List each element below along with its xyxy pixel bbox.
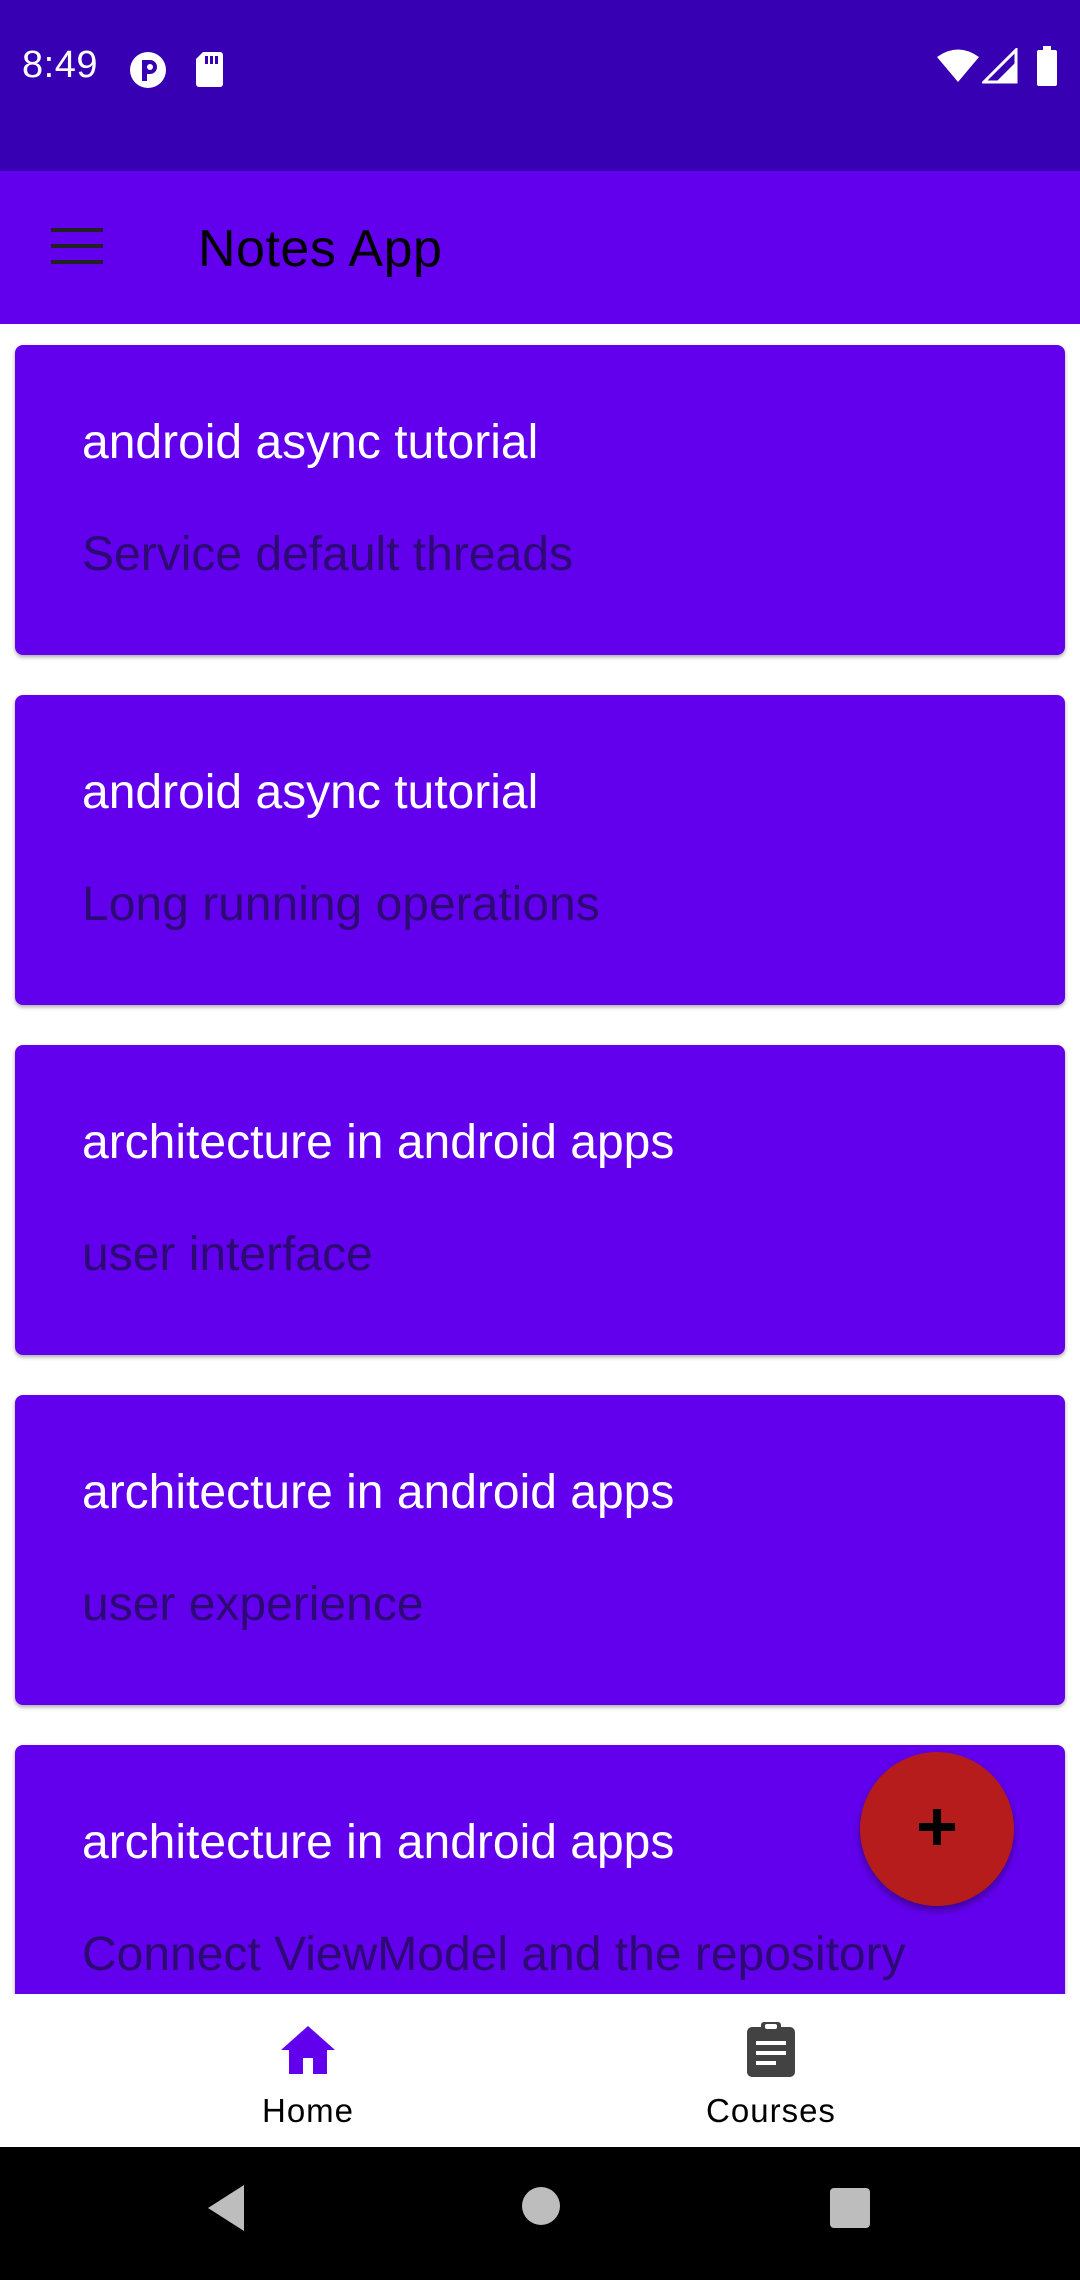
nav-label-home: Home	[261, 2092, 355, 2129]
note-subtitle: user experience	[82, 1578, 424, 1631]
recents-icon[interactable]	[829, 2187, 871, 2234]
clipboard-icon	[745, 2020, 797, 2080]
note-card[interactable]: architecture in android apps user experi…	[15, 1395, 1065, 1705]
note-title: android async tutorial	[82, 416, 539, 469]
system-navigation-bar	[0, 2147, 1080, 2280]
add-note-fab[interactable]	[860, 1752, 1014, 1906]
cell-signal-icon	[980, 46, 1018, 89]
nav-label-courses: Courses	[706, 2092, 836, 2129]
note-card[interactable]: architecture in android apps user interf…	[15, 1045, 1065, 1355]
status-bar: 8:49	[0, 0, 1080, 171]
battery-icon	[1036, 46, 1058, 91]
note-title: architecture in android apps	[82, 1116, 675, 1169]
note-subtitle: Long running operations	[82, 878, 600, 931]
app-bar: Notes App	[0, 171, 1080, 324]
wifi-icon	[936, 48, 980, 89]
back-icon[interactable]	[204, 2183, 248, 2238]
hamburger-menu-icon	[51, 227, 103, 269]
sd-card-icon	[194, 50, 224, 93]
status-time: 8:49	[22, 44, 98, 86]
menu-button[interactable]	[28, 199, 126, 297]
home-icon	[279, 2020, 337, 2080]
bottom-navigation: Home Courses	[0, 1994, 1080, 2147]
p-badge-icon	[128, 50, 168, 95]
notes-list[interactable]: android async tutorial Service default t…	[0, 324, 1080, 1994]
note-title: architecture in android apps	[82, 1466, 675, 1519]
plus-icon	[917, 1807, 957, 1852]
note-card[interactable]: android async tutorial Long running oper…	[15, 695, 1065, 1005]
note-title: android async tutorial	[82, 766, 539, 819]
home-circle-icon[interactable]	[520, 2185, 562, 2232]
note-subtitle: user interface	[82, 1228, 373, 1281]
note-subtitle: Service default threads	[82, 528, 573, 581]
note-card[interactable]: android async tutorial Service default t…	[15, 345, 1065, 655]
nav-item-courses[interactable]: Courses	[501, 1994, 1041, 2147]
app-title: Notes App	[198, 220, 443, 278]
note-title: architecture in android apps	[82, 1816, 675, 1869]
nav-item-home[interactable]: Home	[38, 1994, 578, 2147]
note-subtitle: Connect ViewModel and the repository	[82, 1928, 906, 1981]
